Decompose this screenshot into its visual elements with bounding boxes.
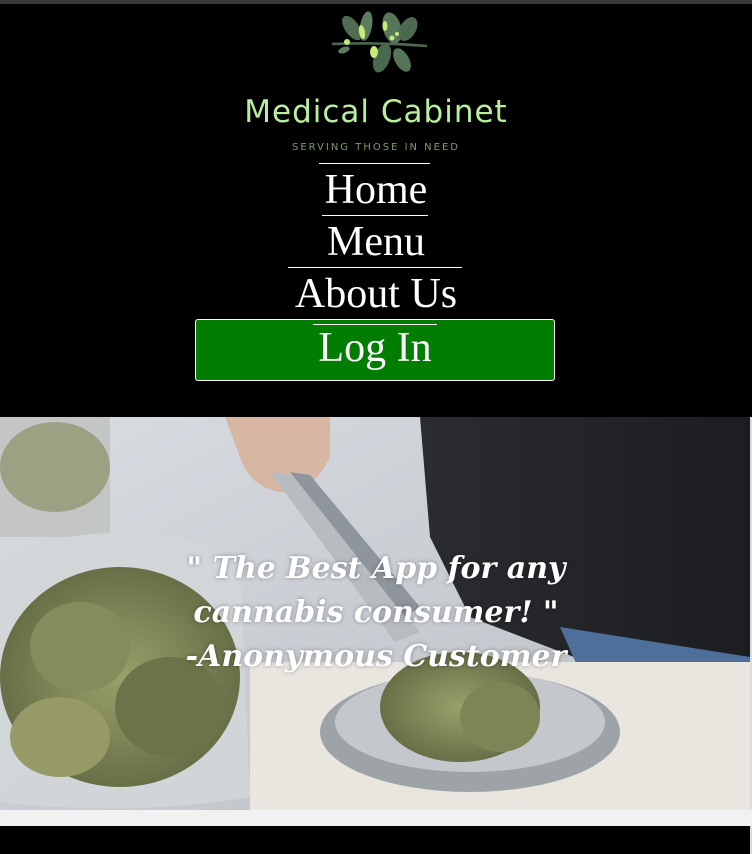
nav-divider — [322, 215, 428, 216]
login-button[interactable]: Log In — [195, 319, 555, 381]
nav-menu-link[interactable]: Menu — [0, 218, 752, 266]
brand-title: Medical Cabinet — [244, 94, 508, 130]
hero-section: " The Best App for any cannabis consumer… — [0, 417, 750, 810]
section-gap — [0, 810, 752, 826]
leaf-branch-icon — [331, 11, 428, 73]
brand-tagline: SERVING THOSE IN NEED — [291, 142, 461, 153]
nav-divider — [288, 267, 462, 268]
testimonial-quote-line-1: " The Best App for any — [186, 551, 566, 586]
nav-about-link[interactable]: About Us — [0, 270, 752, 318]
nav-home-link[interactable]: Home — [0, 166, 752, 214]
site-header: Medical Cabinet SERVING THOSE IN NEED Ho… — [0, 4, 752, 417]
nav-divider — [319, 163, 430, 164]
testimonial-quote-line-2: cannabis consumer! " — [193, 595, 559, 630]
nav-divider — [313, 324, 437, 325]
testimonial-author: -Anonymous Customer — [185, 639, 567, 674]
footer-bar — [0, 826, 750, 854]
